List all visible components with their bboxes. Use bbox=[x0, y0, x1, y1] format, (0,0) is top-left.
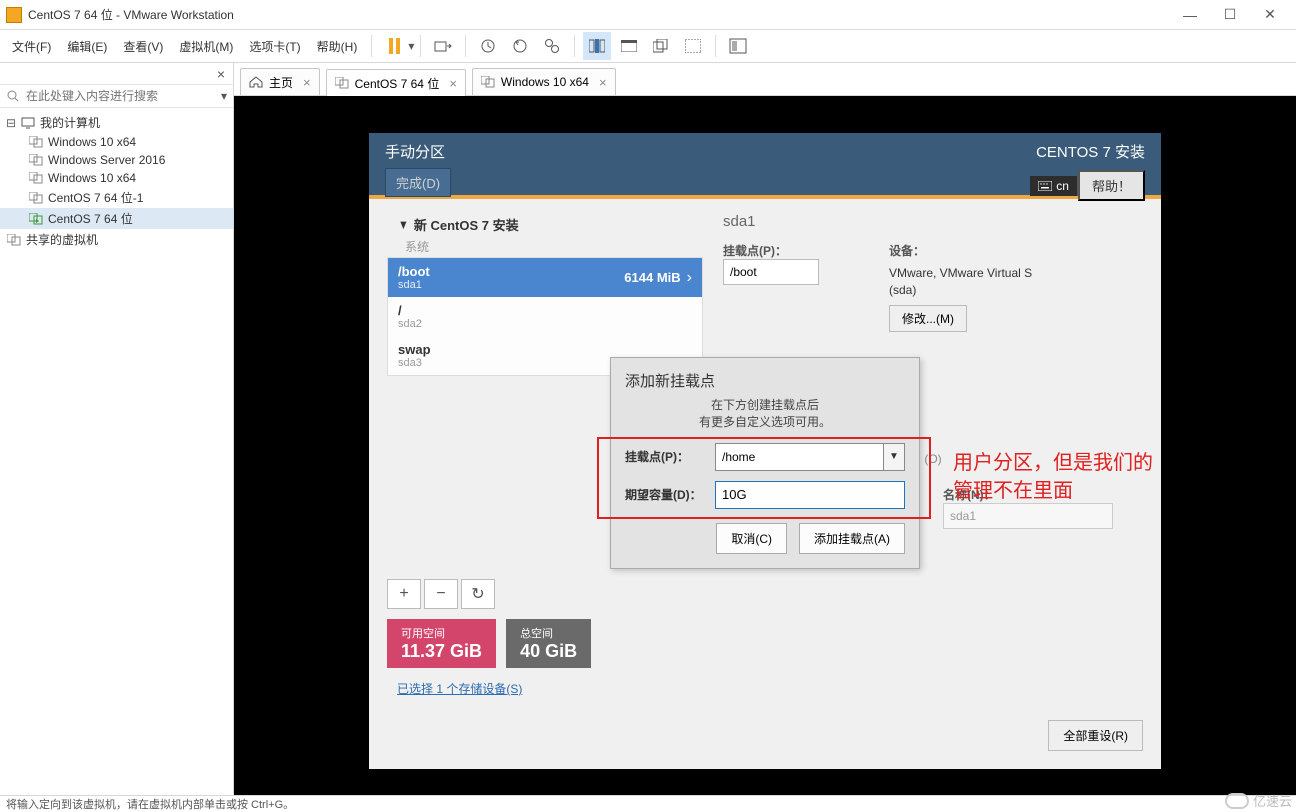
menu-edit[interactable]: 编辑(E) bbox=[59, 34, 115, 59]
minimize-button[interactable]: — bbox=[1170, 1, 1210, 29]
mount-label: 挂载点(P)： bbox=[723, 242, 819, 259]
dialog-capacity-input[interactable] bbox=[715, 481, 905, 509]
total-space: 总空间 40 GiB bbox=[506, 619, 591, 668]
cancel-button[interactable]: 取消(C) bbox=[716, 523, 787, 554]
reload-button[interactable]: ↻ bbox=[461, 579, 495, 609]
menubar: 文件(F) 编辑(E) 查看(V) 虚拟机(M) 选项卡(T) 帮助(H) ▾ bbox=[0, 30, 1296, 63]
sidebar: × ▾ ⊟ 我的计算机 Windows 10 x64 Windows Serve… bbox=[0, 63, 234, 795]
dialog-mount-combo[interactable]: ▼ bbox=[715, 443, 905, 471]
tab-centos7[interactable]: CentOS 7 64 位 × bbox=[326, 69, 466, 96]
menu-view[interactable]: 查看(V) bbox=[115, 34, 171, 59]
maximize-button[interactable]: ☐ bbox=[1210, 1, 1250, 29]
vm-icon bbox=[28, 153, 44, 167]
system-label: 系统 bbox=[387, 238, 703, 255]
tree-shared-vms[interactable]: 共享的虚拟机 bbox=[0, 229, 233, 250]
partition-row-root[interactable]: / sda2 bbox=[388, 297, 702, 336]
tab-strip: 主页 × CentOS 7 64 位 × Windows 10 x64 × bbox=[234, 63, 1296, 96]
pause-dropdown[interactable]: ▾ bbox=[408, 39, 414, 53]
chevron-down-icon[interactable]: ▼ bbox=[883, 443, 905, 471]
vm-icon bbox=[335, 77, 349, 89]
vm-running-icon bbox=[28, 212, 44, 226]
fit-guest-button[interactable] bbox=[583, 32, 611, 60]
tab-windows10[interactable]: Windows 10 x64 × bbox=[472, 68, 616, 95]
vm-icon bbox=[28, 171, 44, 185]
chevron-right-icon: › bbox=[687, 269, 692, 287]
snapshot-button[interactable] bbox=[474, 32, 502, 60]
search-input[interactable] bbox=[26, 89, 215, 103]
search-dropdown[interactable]: ▾ bbox=[221, 89, 227, 103]
name-input[interactable] bbox=[943, 503, 1113, 529]
dialog-subtitle: 在下方创建挂载点后有更多自定义选项可用。 bbox=[625, 397, 905, 431]
unity-button[interactable] bbox=[647, 32, 675, 60]
dialog-capacity-label: 期望容量(D)： bbox=[625, 486, 702, 503]
library-button[interactable] bbox=[724, 32, 752, 60]
tree-item-windows10-2[interactable]: Windows 10 x64 bbox=[0, 169, 233, 187]
tree-item-windows10-1[interactable]: Windows 10 x64 bbox=[0, 133, 233, 151]
status-bar: 将输入定向到该虚拟机，请在虚拟机内部单击或按 Ctrl+G。 bbox=[0, 795, 1296, 812]
status-text: 将输入定向到该虚拟机，请在虚拟机内部单击或按 Ctrl+G。 bbox=[6, 796, 294, 812]
tab-close-icon[interactable]: × bbox=[595, 75, 607, 90]
help-button[interactable]: 帮助！ bbox=[1078, 170, 1145, 201]
tab-close-icon[interactable]: × bbox=[445, 76, 457, 91]
partition-header: sda1 bbox=[723, 213, 1143, 230]
tab-home[interactable]: 主页 × bbox=[240, 68, 320, 95]
stretch-button[interactable] bbox=[679, 32, 707, 60]
device-info: VMware, VMware Virtual S (sda) bbox=[889, 265, 1049, 299]
menu-help[interactable]: 帮助(H) bbox=[309, 34, 366, 59]
modify-button[interactable]: 修改...(M) bbox=[889, 305, 967, 332]
vm-tree: ⊟ 我的计算机 Windows 10 x64 Windows Server 20… bbox=[0, 108, 233, 254]
dialog-title: 添加新挂载点 bbox=[625, 370, 905, 391]
guest-screen: 手动分区 完成(D) CENTOS 7 安装 cn 帮助！ bbox=[369, 133, 1161, 769]
pause-button[interactable] bbox=[380, 32, 408, 60]
titlebar: CentOS 7 64 位 - VMware Workstation — ☐ ✕ bbox=[0, 0, 1296, 30]
install-section-title[interactable]: ▼新 CentOS 7 安装 bbox=[387, 213, 703, 238]
dialog-mount-label: 挂载点(P)： bbox=[625, 448, 689, 465]
partition-row-boot[interactable]: /boot sda1 6144 MiB › bbox=[388, 258, 702, 297]
available-space: 可用空间 11.37 GiB bbox=[387, 619, 496, 668]
installer-header: 手动分区 完成(D) CENTOS 7 安装 cn 帮助！ bbox=[369, 133, 1161, 199]
vm-icon bbox=[481, 76, 495, 88]
done-button[interactable]: 完成(D) bbox=[385, 168, 451, 197]
shared-icon bbox=[6, 233, 22, 247]
menu-tabs[interactable]: 选项卡(T) bbox=[241, 34, 308, 59]
fullscreen-button[interactable] bbox=[615, 32, 643, 60]
menu-file[interactable]: 文件(F) bbox=[4, 34, 59, 59]
computer-icon bbox=[20, 116, 36, 130]
snapshot-manager-button[interactable] bbox=[538, 32, 566, 60]
remove-partition-button[interactable]: − bbox=[424, 579, 458, 609]
search-box[interactable]: ▾ bbox=[0, 85, 233, 108]
storage-devices-link[interactable]: 已选择 1 个存储设备(S) bbox=[387, 680, 703, 697]
snapshot-revert-button[interactable] bbox=[506, 32, 534, 60]
dialog-mount-input[interactable] bbox=[715, 443, 883, 471]
cloud-icon bbox=[1225, 793, 1249, 809]
mount-input[interactable] bbox=[723, 259, 819, 285]
send-key-button[interactable] bbox=[429, 32, 457, 60]
keyboard-indicator[interactable]: cn bbox=[1030, 176, 1078, 196]
page-title: 手动分区 bbox=[385, 141, 445, 162]
watermark: 亿速云 bbox=[1225, 791, 1292, 810]
vm-icon bbox=[28, 191, 44, 205]
installer-brand: CENTOS 7 安装 bbox=[1036, 141, 1145, 162]
search-icon bbox=[6, 89, 20, 103]
add-mount-button[interactable]: 添加挂载点(A) bbox=[799, 523, 905, 554]
tree-item-centos7-active[interactable]: CentOS 7 64 位 bbox=[0, 208, 233, 229]
keyboard-icon bbox=[1038, 181, 1052, 191]
window-title: CentOS 7 64 位 - VMware Workstation bbox=[28, 6, 1170, 23]
tree-item-centos7-1[interactable]: CentOS 7 64 位-1 bbox=[0, 187, 233, 208]
device-label: 设备： bbox=[889, 242, 1049, 259]
tab-close-icon[interactable]: × bbox=[299, 75, 311, 90]
add-mount-dialog: 添加新挂载点 在下方创建挂载点后有更多自定义选项可用。 挂载点(P)： ▼ 期望… bbox=[610, 357, 920, 569]
reset-all-button[interactable]: 全部重设(R) bbox=[1048, 720, 1143, 751]
sidebar-close-button[interactable]: × bbox=[213, 66, 229, 82]
app-icon bbox=[6, 7, 22, 23]
name-label: 名称(N)： bbox=[943, 486, 1113, 503]
tree-root-my-computer[interactable]: ⊟ 我的计算机 bbox=[0, 112, 233, 133]
vm-display-area[interactable]: 手动分区 完成(D) CENTOS 7 安装 cn 帮助！ bbox=[234, 96, 1296, 795]
close-button[interactable]: ✕ bbox=[1250, 1, 1290, 29]
add-partition-button[interactable]: + bbox=[387, 579, 421, 609]
menu-vm[interactable]: 虚拟机(M) bbox=[171, 34, 241, 59]
home-icon bbox=[249, 76, 263, 88]
vm-icon bbox=[28, 135, 44, 149]
tree-item-winserver2016[interactable]: Windows Server 2016 bbox=[0, 151, 233, 169]
